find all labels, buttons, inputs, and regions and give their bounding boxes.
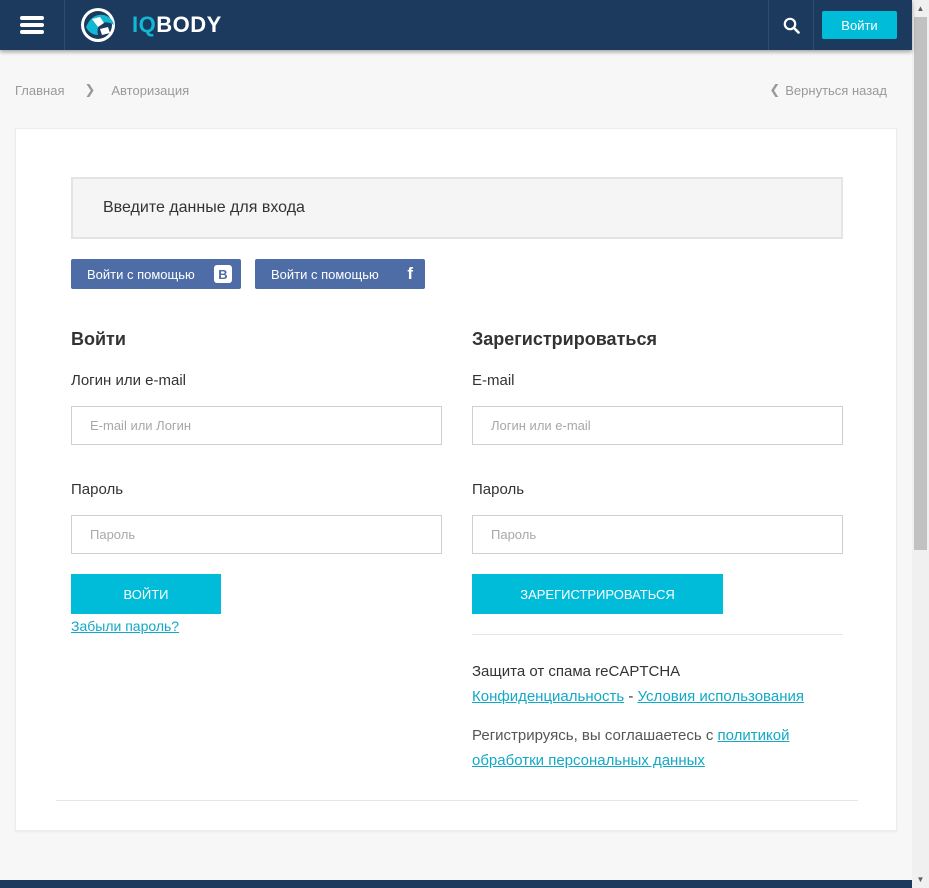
scroll-down-arrow-icon[interactable]: ▼: [912, 871, 929, 888]
chevron-right-icon: ❯: [84, 82, 96, 97]
back-link[interactable]: ❮ Вернуться назад: [769, 82, 887, 98]
register-email-label: E-mail: [472, 372, 515, 389]
logo-mark-icon: [81, 8, 115, 42]
login-field-label: Логин или e-mail: [71, 372, 187, 389]
logo-iq: IQ: [132, 12, 157, 37]
scroll-thumb[interactable]: [914, 17, 927, 550]
register-email-input[interactable]: [472, 406, 843, 445]
facebook-login-button[interactable]: Войти с помощью f: [255, 259, 425, 289]
hamburger-menu-icon: [20, 16, 44, 34]
facebook-icon: f: [407, 264, 413, 283]
consent-text: Регистрируясь, вы соглашаетесь с: [472, 727, 714, 744]
site-logo[interactable]: IQBODY: [78, 5, 222, 45]
search-button[interactable]: [768, 0, 814, 50]
logo-text: IQBODY: [132, 12, 222, 38]
facebook-login-label: Войти с помощью: [271, 266, 379, 282]
logo-body: BODY: [156, 12, 222, 37]
card-divider: [56, 800, 858, 801]
chevron-left-icon: ❮: [769, 82, 781, 97]
vk-login-button[interactable]: Войти с помощью В: [71, 259, 241, 289]
register-password-input[interactable]: [472, 515, 843, 554]
register-title: Зарегистрироваться: [472, 329, 657, 349]
recaptcha-notice: Защита от спама reCAPTCHA Конфиденциальн…: [472, 659, 843, 709]
login-column: Войти Логин или e-mail Пароль ВОЙТИ Забы…: [71, 329, 442, 636]
auth-card: Введите данные для входа Войти с помощью…: [15, 128, 897, 831]
search-icon: [783, 17, 800, 34]
consent-notice: Регистрируясь, вы соглашаетесь с политик…: [472, 723, 843, 773]
vk-icon: В: [214, 265, 232, 283]
breadcrumb-home[interactable]: Главная: [15, 83, 64, 98]
login-title: Войти: [71, 329, 126, 349]
breadcrumb: Главная ❯ Авторизация: [15, 82, 189, 98]
recaptcha-links: Конфиденциальность - Условия использован…: [472, 684, 843, 709]
forgot-password-link[interactable]: Забыли пароль?: [71, 618, 179, 634]
back-link-label: Вернуться назад: [785, 82, 887, 98]
menu-button[interactable]: [0, 0, 65, 50]
footer-strip: [0, 880, 912, 888]
register-password-label: Пароль: [472, 481, 525, 498]
privacy-link[interactable]: Конфиденциальность: [472, 688, 624, 705]
recaptcha-text: Защита от спама reCAPTCHA: [472, 663, 681, 680]
login-input[interactable]: [71, 406, 442, 445]
login-password-label: Пароль: [71, 481, 124, 498]
breadcrumb-current: Авторизация: [111, 82, 190, 98]
terms-link[interactable]: Условия использования: [638, 688, 805, 705]
vertical-scrollbar[interactable]: ▲ ▼: [912, 0, 929, 888]
login-notice: Введите данные для входа: [71, 177, 843, 239]
top-header: IQBODY Войти: [0, 0, 912, 50]
scroll-up-arrow-icon[interactable]: ▲: [912, 0, 929, 17]
login-password-input[interactable]: [71, 515, 442, 554]
login-submit-button[interactable]: ВОЙТИ: [71, 574, 221, 614]
register-divider: [472, 634, 843, 635]
vk-login-label: Войти с помощью: [87, 266, 195, 282]
links-separator: -: [628, 688, 634, 705]
header-login-button[interactable]: Войти: [822, 11, 897, 39]
register-column: Зарегистрироваться E-mail Пароль ЗАРЕГИС…: [472, 329, 843, 773]
register-submit-button[interactable]: ЗАРЕГИСТРИРОВАТЬСЯ: [472, 574, 723, 614]
